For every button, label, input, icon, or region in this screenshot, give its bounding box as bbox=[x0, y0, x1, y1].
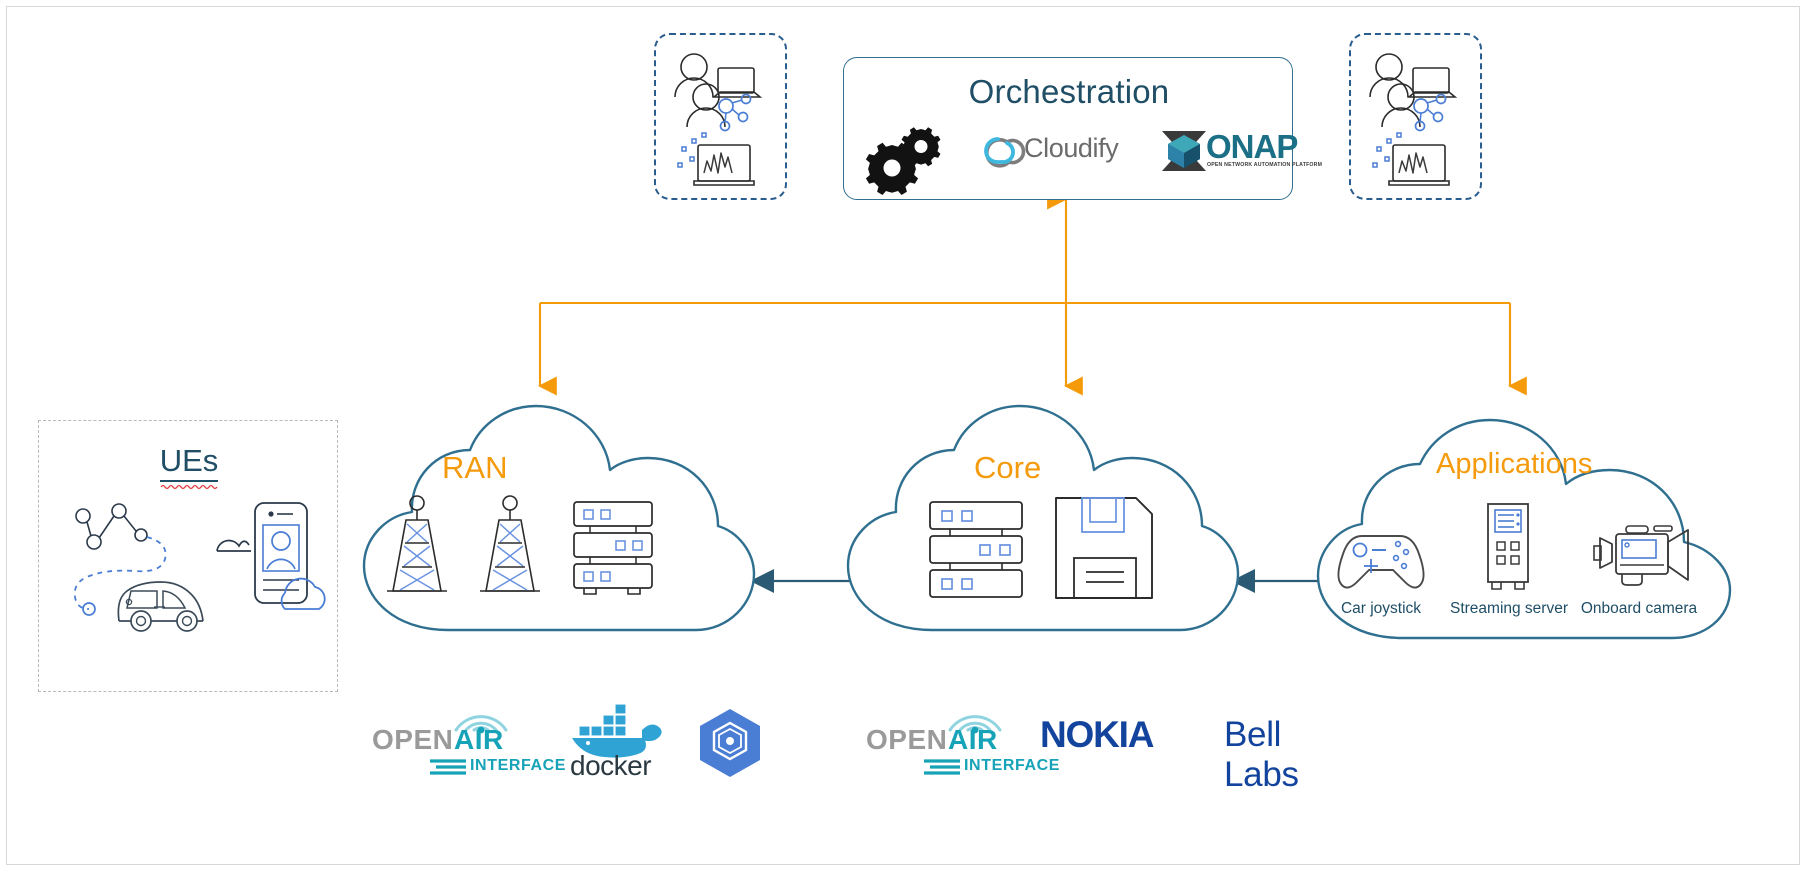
gears-icon bbox=[865, 125, 948, 195]
onap-logo bbox=[1160, 129, 1208, 173]
onap-tagline: OPEN NETWORK AUTOMATION PLATFORM bbox=[1207, 162, 1323, 168]
ues-panel: UEs bbox=[38, 420, 338, 692]
gamepad-icon bbox=[1337, 535, 1425, 589]
cloud-core-label: Core bbox=[974, 450, 1042, 485]
cell-tower-icon bbox=[387, 495, 447, 592]
app-caption-camera: Onboard camera bbox=[1580, 600, 1698, 617]
docker-wordmark: docker bbox=[570, 750, 652, 781]
oai-word-open: OPEN bbox=[866, 724, 948, 755]
monitoring-icons-right bbox=[1369, 53, 1458, 186]
video-camera-icon bbox=[1593, 525, 1689, 586]
smartphone-user-icon bbox=[216, 502, 326, 610]
oai-lines-icon bbox=[430, 759, 466, 775]
right-monitoring-panel bbox=[1349, 33, 1482, 200]
oai-word-air: AIR bbox=[948, 724, 998, 755]
logo-kubernetes bbox=[694, 707, 766, 779]
left-monitoring-panel bbox=[654, 33, 787, 200]
cell-tower-icon bbox=[480, 495, 540, 592]
connected-car-icon bbox=[73, 503, 204, 632]
server-rack-icon bbox=[929, 501, 1023, 598]
orchestration-panel[interactable]: Orchestration Cloudify ONAP OPEN NETWORK… bbox=[843, 57, 1322, 200]
kubernetes-hex-icon bbox=[700, 709, 760, 777]
storage-disk-icon bbox=[1055, 497, 1153, 599]
cloud-applications-label: Applications bbox=[1436, 448, 1593, 480]
oai-word-interface: INTERFACE bbox=[470, 757, 567, 774]
oai-word-interface: INTERFACE bbox=[964, 757, 1061, 774]
onap-hex-icon bbox=[1162, 131, 1206, 171]
app-caption-streaming: Streaming server bbox=[1449, 600, 1568, 617]
oai-word-open: OPEN bbox=[372, 724, 454, 755]
ues-label: UEs bbox=[159, 443, 219, 482]
orchestration-title: Orchestration bbox=[968, 73, 1170, 110]
bell-labs-wordmark: Bell Labs bbox=[1224, 715, 1299, 794]
oai-word-air: AIR bbox=[454, 724, 504, 755]
nokia-wordmark: NOKIA bbox=[1040, 714, 1154, 755]
cloudify-wordmark: Cloudify bbox=[1024, 133, 1119, 163]
server-tower-icon bbox=[1487, 503, 1529, 590]
cloud-applications[interactable]: Applications Car joystick Streaming serv… bbox=[1302, 400, 1752, 650]
cloud-core[interactable]: Core bbox=[836, 382, 1256, 642]
logo-docker: docker bbox=[566, 700, 672, 781]
cloud-ran-label: RAN bbox=[442, 450, 508, 485]
onap-wordmark: ONAP bbox=[1206, 128, 1298, 165]
server-rack-icon bbox=[573, 501, 653, 595]
oai-lines-icon bbox=[924, 759, 960, 775]
app-caption-joystick: Car joystick bbox=[1340, 600, 1422, 617]
monitoring-icons-left bbox=[674, 53, 763, 186]
cloud-ran[interactable]: RAN bbox=[352, 382, 772, 642]
spellcheck-underline-icon bbox=[160, 484, 218, 490]
diagram-canvas: Orchestration Cloudify ONAP OPEN NETWORK… bbox=[0, 0, 1808, 873]
